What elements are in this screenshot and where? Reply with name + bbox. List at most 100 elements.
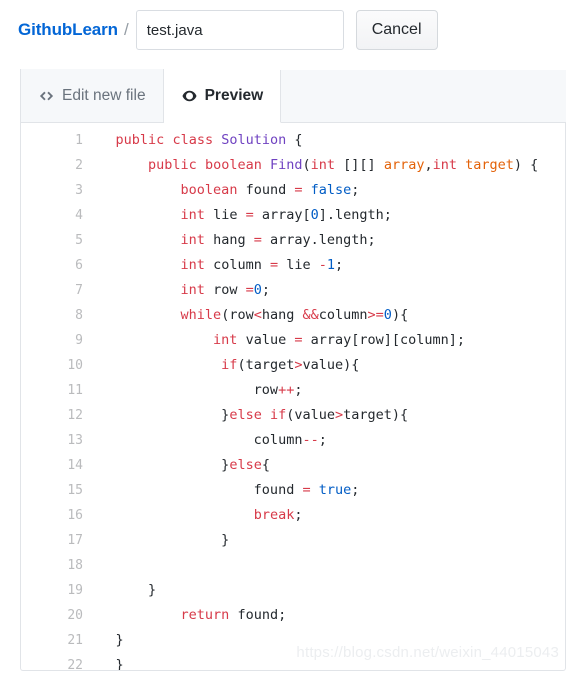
line-number: 1 — [75, 133, 83, 148]
line-number: 17 — [67, 533, 83, 548]
line-content: break; — [83, 503, 565, 528]
code-preview-panel: 1 public class Solution {2 public boolea… — [20, 123, 566, 671]
line-content: int column = lie -1; — [83, 253, 565, 278]
code-token: && — [302, 307, 319, 323]
code-token: } — [83, 457, 230, 473]
code-line: 4 int lie = array[0].length; — [21, 203, 565, 228]
code-token: int — [180, 257, 205, 273]
code-token: class — [172, 132, 214, 148]
code-token: target — [465, 157, 514, 173]
tab-preview[interactable]: Preview — [163, 70, 282, 123]
code-token: array — [383, 157, 425, 173]
code-token: column — [83, 432, 303, 448]
code-token: int — [310, 157, 336, 173]
code-token: = — [245, 282, 254, 298]
code-token: -- — [302, 432, 319, 448]
code-token: 0 — [253, 282, 262, 298]
code-lines: 1 public class Solution {2 public boolea… — [21, 128, 565, 671]
line-content — [83, 553, 565, 578]
code-token: = — [302, 482, 311, 498]
line-number: 13 — [67, 433, 83, 448]
code-token: hang — [261, 307, 303, 323]
code-token: 1 — [326, 257, 336, 273]
code-token: row — [83, 382, 279, 398]
code-token: } — [83, 657, 124, 671]
code-line: 2 public boolean Find(int [][] array,int… — [21, 153, 565, 178]
line-number: 11 — [67, 383, 83, 398]
code-token: ; — [294, 382, 303, 398]
code-token: column — [318, 307, 368, 323]
code-token: int — [180, 207, 205, 223]
code-token: } — [83, 582, 157, 598]
code-token: public — [115, 132, 165, 148]
line-content: return found; — [83, 603, 565, 628]
code-token: } — [83, 632, 124, 648]
code-token: int — [180, 232, 205, 248]
line-content: public class Solution { — [83, 128, 565, 153]
line-content: found = true; — [83, 478, 565, 503]
repo-breadcrumb-link[interactable]: GithubLearn — [18, 20, 118, 40]
code-token: value — [237, 332, 295, 348]
line-number: 4 — [75, 208, 83, 223]
code-token: target){ — [343, 407, 409, 423]
code-token: (value — [286, 407, 336, 423]
code-token: found — [237, 182, 295, 198]
line-number: 15 — [67, 483, 83, 498]
code-token: 0 — [310, 207, 319, 223]
code-token: while — [180, 307, 222, 323]
breadcrumb-separator: / — [123, 20, 129, 39]
filename-input[interactable] — [135, 10, 344, 50]
code-token: ].length; — [318, 207, 392, 223]
code-line: 9 int value = array[row][column]; — [21, 328, 565, 353]
code-line: 15 found = true; — [21, 478, 565, 503]
line-number: 7 — [75, 283, 83, 298]
line-content: if(target>value){ — [83, 353, 565, 378]
code-token: Find — [270, 157, 303, 173]
line-content: public boolean Find(int [][] array,int t… — [83, 153, 565, 178]
code-token: Solution — [221, 132, 287, 148]
code-token: if — [269, 407, 287, 423]
line-content: int row =0; — [83, 278, 565, 303]
line-number: 6 — [75, 258, 83, 273]
tab-edit-new-file[interactable]: Edit new file — [20, 69, 164, 122]
line-number: 21 — [67, 633, 83, 648]
code-token: true — [318, 482, 352, 498]
cancel-button[interactable]: Cancel — [355, 10, 438, 50]
code-token: found; — [229, 607, 287, 623]
line-number: 8 — [75, 308, 83, 323]
line-content: int value = array[row][column]; — [83, 328, 565, 353]
code-token: ; — [351, 482, 360, 498]
code-token: (target — [237, 357, 295, 373]
code-line: 13 column--; — [21, 428, 565, 453]
line-content: } — [83, 653, 565, 671]
line-content: } — [83, 528, 565, 553]
code-token: boolean — [204, 157, 262, 173]
code-line: 11 row++; — [21, 378, 565, 403]
code-token: row — [204, 282, 246, 298]
code-token: int — [213, 332, 238, 348]
line-content: int hang = array.length; — [83, 228, 565, 253]
code-line: 22 } — [21, 653, 565, 671]
line-content: } — [83, 578, 565, 603]
code-token: else — [229, 457, 262, 473]
code-line: 10 if(target>value){ — [21, 353, 565, 378]
code-token: 0 — [383, 307, 392, 323]
code-token: ; — [318, 432, 327, 448]
line-number: 20 — [67, 608, 83, 623]
code-token: found — [83, 482, 303, 498]
code-token: [][] — [335, 157, 384, 173]
tab-preview-label: Preview — [204, 87, 264, 104]
